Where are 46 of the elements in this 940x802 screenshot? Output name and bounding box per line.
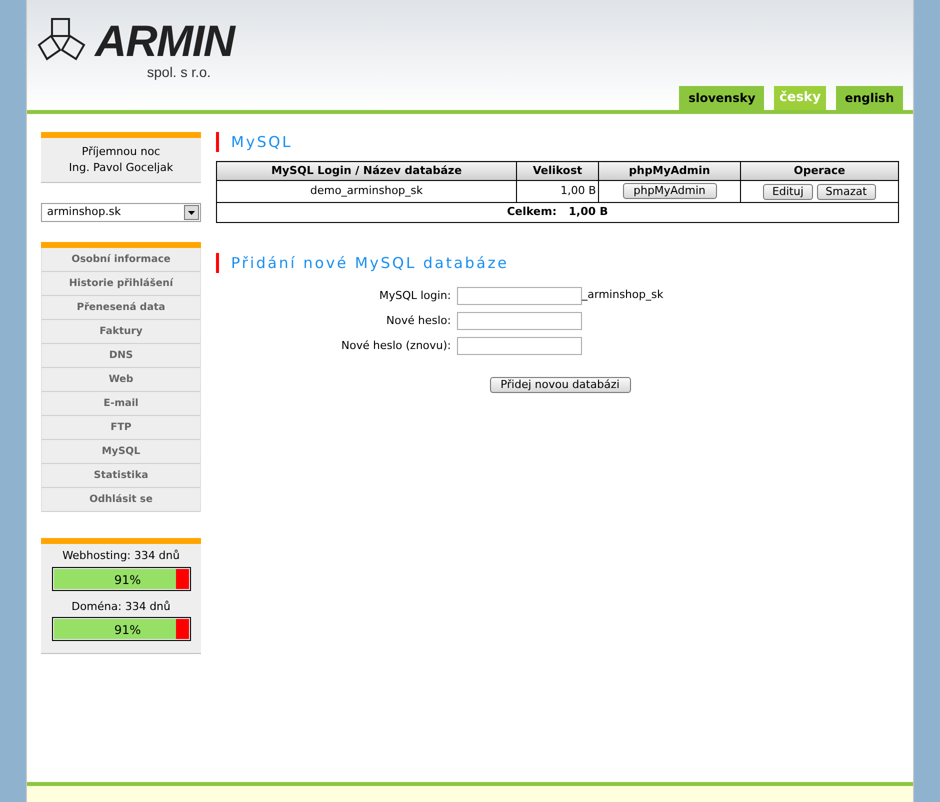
column-header: Velikost	[516, 162, 598, 180]
column-header: Operace	[740, 162, 898, 180]
input-field[interactable]	[457, 287, 582, 305]
phpmyadmin-button[interactable]: phpMyAdmin	[622, 183, 716, 200]
sidebar-menu-item[interactable]: Přenesená data	[41, 296, 201, 320]
sidebar-menu-item[interactable]: FTP	[41, 416, 201, 440]
meter-reading: 91%	[114, 572, 141, 588]
greeting-text: Ing. Pavol Goceljak	[68, 160, 174, 176]
sidebar-menu-item[interactable]: Statistika	[41, 464, 201, 488]
domain-select[interactable]: arminshop.sk	[41, 203, 201, 222]
table-cell: demo_arminshop_sk	[216, 180, 516, 202]
field-label: Nové heslo:	[385, 312, 452, 329]
section-title: MySQL	[231, 132, 293, 153]
sidebar-menu-item[interactable]: Faktury	[41, 320, 201, 344]
logo-text: ARMIN	[95, 22, 234, 62]
input-field[interactable]	[457, 312, 582, 330]
field-label: Nové heslo (znovu):	[340, 338, 452, 354]
greeting-text: Příjemnou noc	[82, 144, 160, 160]
action-button[interactable]: Edituj	[763, 184, 813, 200]
action-button[interactable]: Smazat	[816, 184, 876, 200]
logo-icon	[37, 18, 87, 62]
meter-label: Doména: 334 dnů	[71, 598, 171, 614]
heading-marker	[216, 253, 219, 273]
sidebar-menu-item[interactable]: Odhlásit se	[41, 488, 201, 512]
meter-reading: 91%	[114, 622, 141, 639]
sidebar-menu-item[interactable]: Web	[41, 368, 201, 392]
field-label: MySQL login:	[378, 288, 452, 304]
heading-marker	[216, 132, 219, 152]
sidebar-menu-item[interactable]: Osobní informace	[41, 248, 201, 272]
section-title: Přidání nové MySQL databáze	[231, 252, 509, 274]
sidebar-menu-item[interactable]: Historie přihlášení	[41, 272, 201, 296]
column-header: phpMyAdmin	[598, 162, 740, 180]
total-label: Celkem:	[506, 204, 557, 220]
table-cell: 1,00 B	[516, 180, 598, 202]
input-field[interactable]	[457, 337, 582, 355]
sidebar-menu-item[interactable]: E-mail	[41, 392, 201, 416]
meter-label: Webhosting: 334 dnů	[62, 548, 180, 564]
language-tab[interactable]: english	[836, 86, 903, 110]
total-value: 1,00 B	[568, 204, 608, 220]
sidebar-menu-item[interactable]: DNS	[41, 344, 201, 368]
language-tab[interactable]: slovensky	[679, 86, 764, 110]
field-suffix: _arminshop_sk	[582, 287, 664, 303]
submit-button[interactable]: Přidej novou databázi	[490, 377, 630, 393]
column-header: MySQL Login / Název databáze	[216, 162, 516, 180]
logo-subtitle: spol. s r.o.	[147, 63, 212, 82]
sidebar-menu-item[interactable]: MySQL	[41, 440, 201, 464]
